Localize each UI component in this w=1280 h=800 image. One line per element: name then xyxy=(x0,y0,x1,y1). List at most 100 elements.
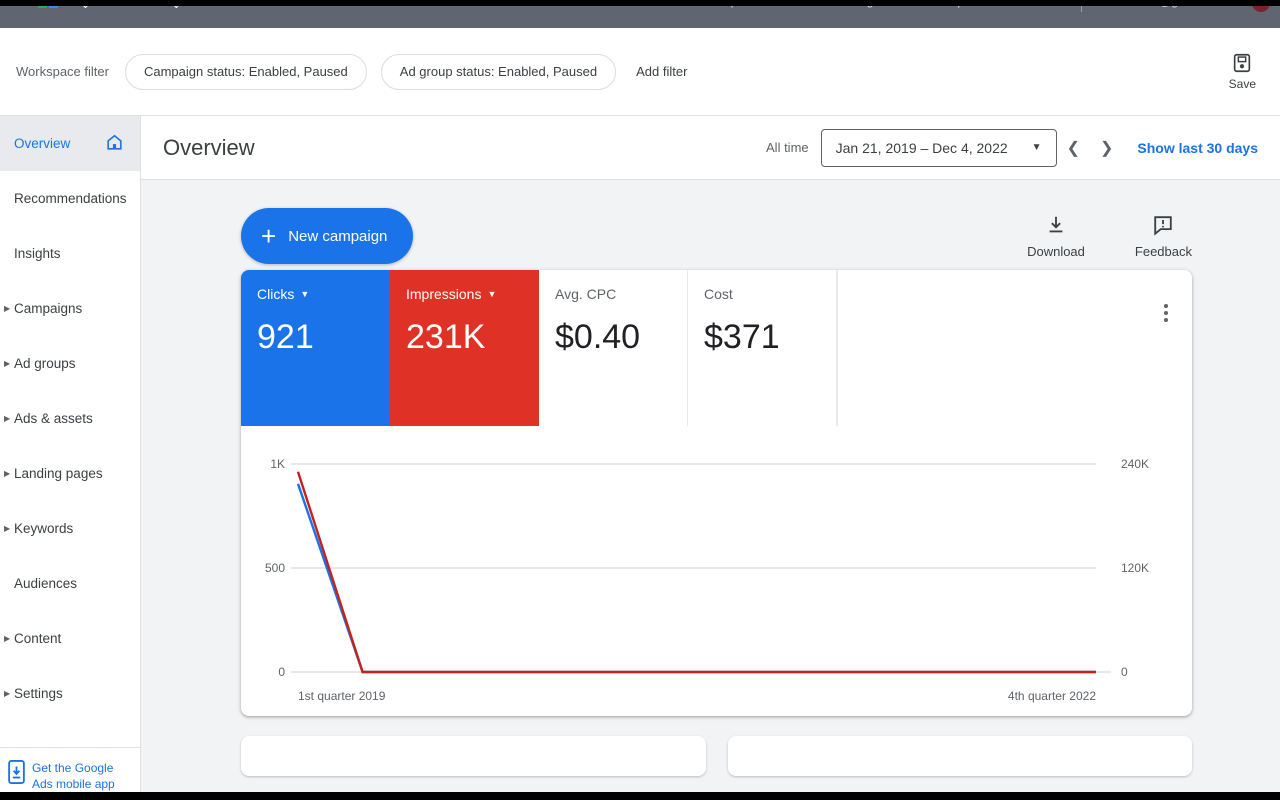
campaign-selector-chevron-icon[interactable]: ⌄ xyxy=(171,6,182,12)
save-floppy-icon xyxy=(1231,52,1253,74)
sidebar-item-landing-pages[interactable]: ▶ Landing pages xyxy=(0,446,140,501)
sidebar-item-ads-and-assets[interactable]: ▶ Ads & assets xyxy=(0,391,140,446)
right-axis-tick-top: 240K xyxy=(1121,457,1149,471)
sidebar-item-label: Recommendations xyxy=(14,191,127,206)
gbar-tools-and-settings-button[interactable]: Tools and settings xyxy=(783,6,845,8)
sidebar-item-content[interactable]: ▶ Content xyxy=(0,611,140,666)
google-logo-blue-dot xyxy=(49,6,58,8)
gbar-notifications-button[interactable]: Notifications xyxy=(990,6,1055,8)
previous-period-button[interactable]: ❮ xyxy=(1057,138,1090,158)
overview-card: Clicks ▼ 921 Impressions ▼ 231K Avg. CPC xyxy=(241,270,1192,716)
metric-card-clicks[interactable]: Clicks ▼ 921 xyxy=(241,270,390,426)
kebab-dot xyxy=(1164,311,1168,315)
right-axis-tick-mid: 120K xyxy=(1121,561,1149,575)
sidebar-item-label: Ad groups xyxy=(14,356,76,371)
filter-chip-ad-group-status[interactable]: Ad group status: Enabled, Paused xyxy=(381,54,616,90)
sidebar-item-settings[interactable]: ▶ Settings xyxy=(0,666,140,721)
metric-label: Cost xyxy=(704,286,733,302)
avatar[interactable] xyxy=(1252,6,1270,12)
metric-card-impressions[interactable]: Impressions ▼ 231K xyxy=(390,270,539,426)
metric-value: 231K xyxy=(406,318,539,357)
right-axis-tick-zero: 0 xyxy=(1121,665,1128,679)
sidebar-item-keywords[interactable]: ▶ Keywords xyxy=(0,501,140,556)
date-range-picker[interactable]: Jan 21, 2019 – Dec 4, 2022 ▼ xyxy=(821,129,1057,167)
mobile-phone-download-icon xyxy=(8,760,25,784)
chevron-right-icon: ▶ xyxy=(4,525,10,533)
new-campaign-button[interactable]: + New campaign xyxy=(241,208,413,264)
sidebar-item-audiences[interactable]: Audiences xyxy=(0,556,140,611)
save-label: Save xyxy=(1229,77,1256,91)
mobile-app-promo-line2: Ads mobile app xyxy=(32,776,115,792)
new-campaign-label: New campaign xyxy=(288,228,387,245)
series-line-clicks xyxy=(298,484,1096,672)
metric-label: Avg. CPC xyxy=(555,286,616,302)
mobile-app-promo[interactable]: Get the Google Ads mobile app xyxy=(0,747,141,792)
home-icon xyxy=(105,133,124,155)
sidebar-item-recommendations[interactable]: Recommendations xyxy=(0,171,140,226)
partial-card-left[interactable] xyxy=(241,736,706,776)
sidebar-item-ad-groups[interactable]: ▶ Ad groups xyxy=(0,336,140,391)
metric-card-avg-cpc[interactable]: Avg. CPC $0.40 xyxy=(539,270,688,426)
download-label: Download xyxy=(1027,244,1085,259)
google-logo[interactable] xyxy=(38,6,58,8)
page-title: Overview xyxy=(163,135,255,161)
next-period-button[interactable]: ❯ xyxy=(1090,138,1123,158)
filter-chip-campaign-status[interactable]: Campaign status: Enabled, Paused xyxy=(125,54,367,90)
left-axis-tick-zero: 0 xyxy=(278,665,285,679)
sidebar: Overview Recommendations Insights ▶ Camp… xyxy=(0,116,141,800)
action-row: + New campaign Download Feedback xyxy=(141,180,1280,270)
metric-label-row: Avg. CPC xyxy=(555,286,687,302)
series-line-impressions xyxy=(298,472,1096,672)
kebab-dot xyxy=(1164,318,1168,322)
mobile-app-promo-line1: Get the Google xyxy=(32,760,115,776)
show-last-30-days-link[interactable]: Show last 30 days xyxy=(1137,140,1258,156)
performance-chart[interactable]: 1K 500 0 240K 120K 0 1st quarter 2019 4t… xyxy=(241,426,1192,716)
chevron-right-icon: ▶ xyxy=(4,635,10,643)
account-email-label[interactable]: kelshahin@gmail.com xyxy=(1108,6,1226,8)
sidebar-item-label: Keywords xyxy=(14,521,73,536)
feedback-icon xyxy=(1152,214,1174,236)
feedback-button[interactable]: Feedback xyxy=(1135,214,1192,259)
chevron-right-icon: ▶ xyxy=(4,470,10,478)
chevron-right-icon: ▶ xyxy=(4,415,10,423)
gbar-help-button[interactable]: Help xyxy=(939,6,964,8)
metric-value: $371 xyxy=(704,318,836,357)
download-button[interactable]: Download xyxy=(1027,214,1085,259)
gbar-left-group: ⌄ ⌄ xyxy=(0,6,182,12)
partial-card-right[interactable] xyxy=(728,736,1193,776)
google-account-bar: ⌄ ⌄ Search Reports Tools and settings Re… xyxy=(0,6,1280,28)
date-range-mode-label: All time xyxy=(766,140,809,155)
chevron-right-icon: ▶ xyxy=(4,690,10,698)
gbar-reports-button[interactable]: Reports xyxy=(715,6,757,8)
sidebar-item-insights[interactable]: Insights xyxy=(0,226,140,281)
chevron-down-icon[interactable]: ▼ xyxy=(487,289,496,299)
add-filter-button[interactable]: Add filter xyxy=(636,64,687,79)
kebab-dot xyxy=(1164,304,1168,308)
metric-value: $0.40 xyxy=(555,318,687,357)
chevron-right-icon: ▶ xyxy=(4,360,10,368)
metric-label: Impressions xyxy=(406,286,481,302)
sidebar-item-label: Overview xyxy=(14,136,70,151)
gbar-refresh-button[interactable]: Refresh xyxy=(871,6,913,8)
x-tick-label-first: 1st quarter 2019 xyxy=(298,689,386,703)
screen-bottom-letterbox xyxy=(0,792,1280,800)
download-icon xyxy=(1045,214,1067,236)
metric-card-cost[interactable]: Cost $371 xyxy=(688,270,837,426)
x-tick-label-last: 4th quarter 2022 xyxy=(1008,689,1096,703)
sidebar-item-campaigns[interactable]: ▶ Campaigns xyxy=(0,281,140,336)
feedback-label: Feedback xyxy=(1135,244,1192,259)
plus-icon: + xyxy=(261,223,276,249)
google-ads-overview-page: ⌄ ⌄ Search Reports Tools and settings Re… xyxy=(0,0,1280,800)
gbar-search-button[interactable]: Search xyxy=(651,6,689,8)
metric-value: 921 xyxy=(257,318,390,357)
account-selector-chevron-icon[interactable]: ⌄ xyxy=(80,6,91,12)
kebab-menu-icon[interactable] xyxy=(1164,304,1168,322)
sidebar-item-label: Insights xyxy=(14,246,61,261)
sidebar-item-label: Ads & assets xyxy=(14,411,93,426)
left-axis-tick-mid: 500 xyxy=(265,561,285,575)
google-logo-green-dot xyxy=(38,6,47,8)
metrics-empty-area xyxy=(837,270,1192,426)
save-button[interactable]: Save xyxy=(1229,52,1256,91)
chevron-down-icon[interactable]: ▼ xyxy=(300,289,309,299)
sidebar-item-overview[interactable]: Overview xyxy=(0,116,140,171)
